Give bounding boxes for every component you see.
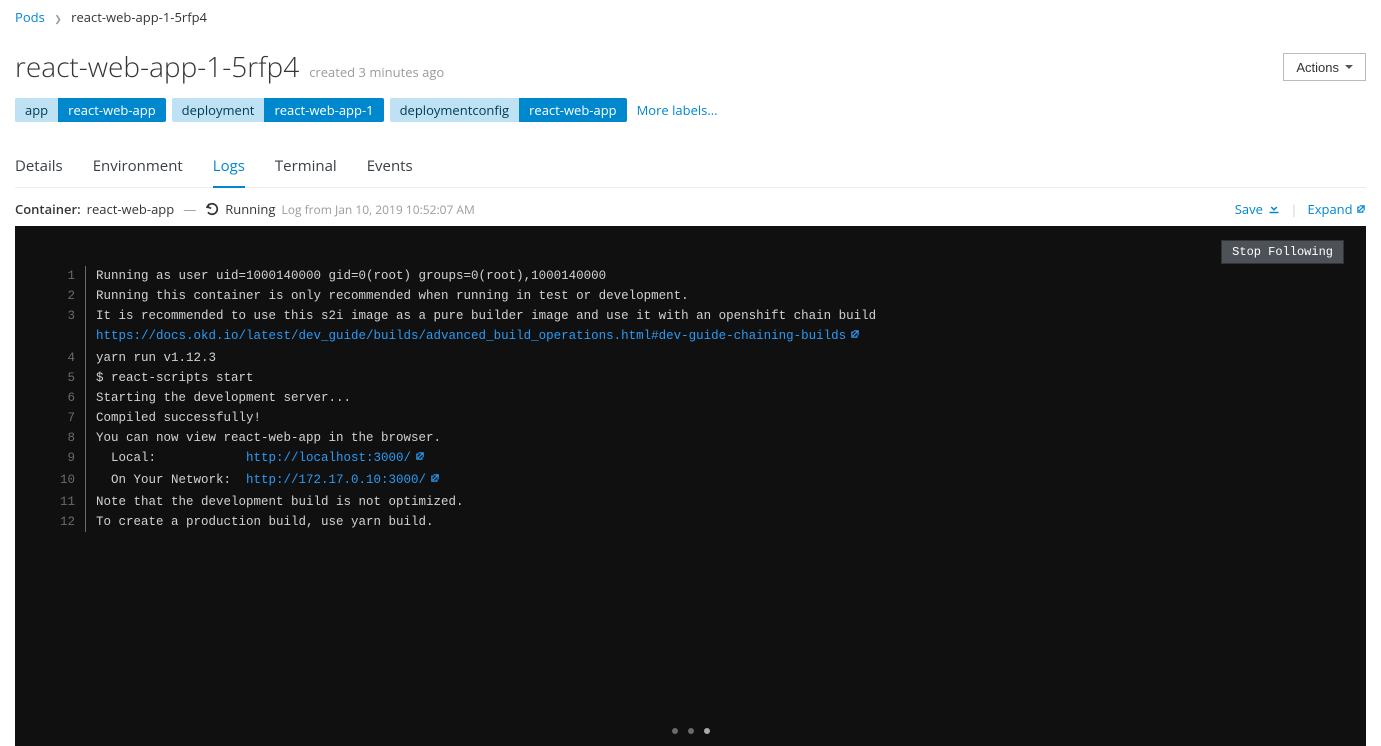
log-line: 4 yarn run v1.12.3 bbox=[45, 348, 1336, 368]
breadcrumb-root-link[interactable]: Pods bbox=[15, 8, 45, 26]
tabs: Details Environment Logs Terminal Events bbox=[15, 148, 1366, 188]
log-line: 5 $ react-scripts start bbox=[45, 368, 1336, 388]
log-line-text: Note that the development build is not o… bbox=[96, 492, 1336, 512]
log-line-number: 9 bbox=[45, 448, 85, 470]
log-line-number: 1 bbox=[45, 266, 85, 286]
breadcrumb: Pods ❯ react-web-app-1-5rfp4 bbox=[15, 0, 1366, 34]
log-line-number: 4 bbox=[45, 348, 85, 368]
log-link[interactable]: http://172.17.0.10:3000/ bbox=[246, 473, 426, 487]
external-link-icon bbox=[850, 332, 860, 343]
created-timestamp: created 3 minutes ago bbox=[309, 63, 444, 81]
label-value: react-web-app-1 bbox=[264, 98, 383, 122]
chevron-down-icon bbox=[1345, 65, 1353, 69]
label-key: deploymentconfig bbox=[390, 98, 520, 122]
log-line-number: 3 bbox=[45, 306, 85, 326]
actions-label: Actions bbox=[1296, 60, 1339, 75]
log-viewer: Stop Following 1 Running as user uid=1000… bbox=[15, 226, 1366, 746]
labels-row: appreact-web-appdeploymentreact-web-app-… bbox=[15, 98, 1366, 122]
log-line-text: yarn run v1.12.3 bbox=[96, 348, 1336, 368]
log-line-number: 12 bbox=[45, 512, 85, 532]
actions-dropdown[interactable]: Actions bbox=[1283, 53, 1366, 81]
log-from-timestamp: Log from Jan 10, 2019 10:52:07 AM bbox=[281, 201, 474, 218]
external-link-icon bbox=[415, 454, 425, 465]
tab-events[interactable]: Events bbox=[367, 148, 413, 188]
label-key: app bbox=[15, 98, 58, 122]
log-line: 11 Note that the development build is not… bbox=[45, 492, 1336, 512]
log-line: 9 Local: http://localhost:3000/ bbox=[45, 448, 1336, 470]
log-line-number: 7 bbox=[45, 408, 85, 428]
container-name: react-web-app bbox=[87, 200, 175, 218]
log-line-text: $ react-scripts start bbox=[96, 368, 1336, 388]
breadcrumb-current: react-web-app-1-5rfp4 bbox=[71, 8, 207, 26]
divider: | bbox=[1290, 200, 1297, 218]
label-key: deployment bbox=[172, 98, 265, 122]
running-status-icon bbox=[205, 202, 219, 216]
log-line-text: Compiled successfully! bbox=[96, 408, 1336, 428]
more-labels-link[interactable]: More labels... bbox=[637, 101, 718, 119]
log-line-text: It is recommended to use this s2i image … bbox=[96, 306, 1336, 326]
expand-log-link[interactable]: Expand bbox=[1307, 200, 1366, 218]
log-line: 7 Compiled successfully! bbox=[45, 408, 1336, 428]
loading-indicator bbox=[672, 728, 710, 734]
label-chip[interactable]: deploymentconfigreact-web-app bbox=[390, 98, 627, 122]
log-line: 3 It is recommended to use this s2i image… bbox=[45, 306, 1336, 326]
log-line: 8 You can now view react-web-app in the b… bbox=[45, 428, 1336, 448]
label-value: react-web-app bbox=[519, 98, 627, 122]
tab-environment[interactable]: Environment bbox=[93, 148, 183, 188]
download-icon bbox=[1268, 200, 1280, 218]
log-line: 10 On Your Network: http://172.17.0.10:3… bbox=[45, 470, 1336, 492]
log-line-number: 11 bbox=[45, 492, 85, 512]
tab-logs[interactable]: Logs bbox=[213, 148, 245, 188]
save-log-link[interactable]: Save bbox=[1235, 200, 1281, 218]
log-line: 12 To create a production build, use yarn… bbox=[45, 512, 1336, 532]
tab-terminal[interactable]: Terminal bbox=[275, 148, 337, 188]
log-line-number: 8 bbox=[45, 428, 85, 448]
log-link[interactable]: http://localhost:3000/ bbox=[246, 451, 411, 465]
log-line-number: 6 bbox=[45, 388, 85, 408]
log-line-text: You can now view react-web-app in the br… bbox=[96, 428, 1336, 448]
log-line-text: Running this container is only recommend… bbox=[96, 286, 1336, 306]
log-line-number: 5 bbox=[45, 368, 85, 388]
log-line-number: 2 bbox=[45, 286, 85, 306]
external-link-icon bbox=[1356, 203, 1366, 217]
label-chip[interactable]: appreact-web-app bbox=[15, 98, 166, 122]
stop-following-button[interactable]: Stop Following bbox=[1221, 240, 1344, 264]
log-link[interactable]: https://docs.okd.io/latest/dev_guide/bui… bbox=[96, 329, 846, 343]
log-line-text: Running as user uid=1000140000 gid=0(roo… bbox=[96, 266, 1336, 286]
log-line-text: On Your Network: http://172.17.0.10:3000… bbox=[96, 470, 1336, 492]
status-text: Running bbox=[225, 200, 275, 218]
log-line-text: Local: http://localhost:3000/ bbox=[96, 448, 1336, 470]
separator-dash: — bbox=[183, 200, 196, 218]
container-label: Container: bbox=[15, 200, 81, 218]
label-chip[interactable]: deploymentreact-web-app-1 bbox=[172, 98, 384, 122]
log-line: 1 Running as user uid=1000140000 gid=0(ro… bbox=[45, 266, 1336, 286]
chevron-right-icon: ❯ bbox=[54, 12, 62, 25]
external-link-icon bbox=[430, 476, 440, 487]
page-title: react-web-app-1-5rfp4 bbox=[15, 48, 299, 86]
log-line-number: 10 bbox=[45, 470, 85, 492]
label-value: react-web-app bbox=[58, 98, 166, 122]
log-line-text: To create a production build, use yarn b… bbox=[96, 512, 1336, 532]
log-line-text: Starting the development server... bbox=[96, 388, 1336, 408]
log-line: 6 Starting the development server... bbox=[45, 388, 1336, 408]
tab-details[interactable]: Details bbox=[15, 148, 63, 188]
log-line: 2 Running this container is only recommen… bbox=[45, 286, 1336, 306]
log-line: https://docs.okd.io/latest/dev_guide/bui… bbox=[45, 326, 1336, 348]
